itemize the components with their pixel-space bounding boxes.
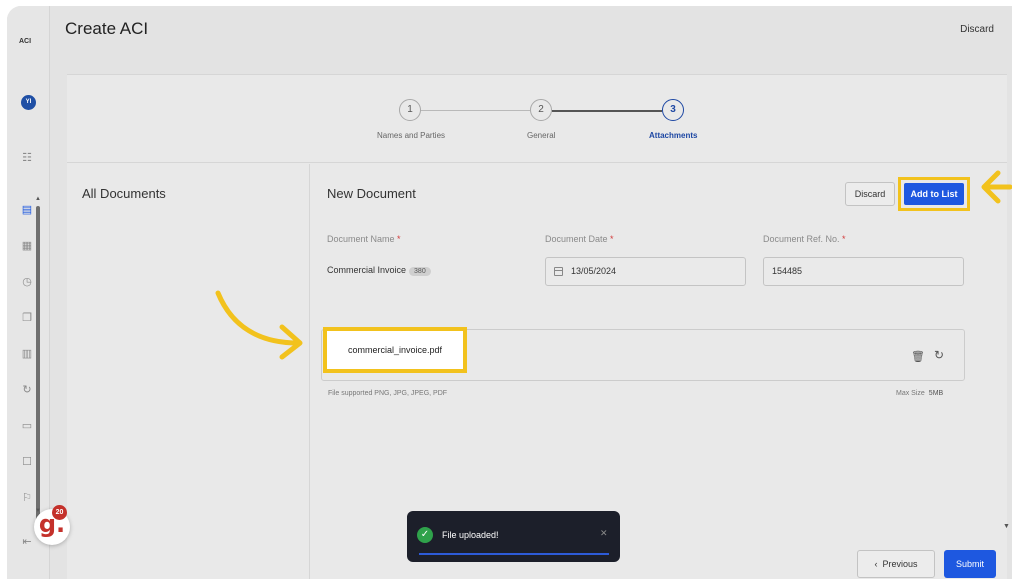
list-icon[interactable]: ▦ xyxy=(21,240,33,252)
document-name-value[interactable]: Commercial Invoice 380 xyxy=(327,265,431,276)
calendar-icon[interactable] xyxy=(554,267,563,276)
page-title: Create ACI xyxy=(65,19,149,38)
document-date-input[interactable]: 13/05/2024 xyxy=(545,257,746,286)
main-panel: 1 2 3 Names and Parties General Attachme… xyxy=(67,74,1007,579)
header-discard-button[interactable]: Discard xyxy=(960,24,994,35)
max-size-text: Max Size 5MB xyxy=(896,390,944,397)
submit-button[interactable]: Submit xyxy=(944,550,996,578)
document-ref-input[interactable]: 154485 xyxy=(763,257,964,286)
close-icon[interactable]: ✕ xyxy=(600,528,608,539)
all-documents-title: All Documents xyxy=(82,186,166,201)
add-to-list-highlight: Add to List xyxy=(898,177,970,211)
document-name-label: Document Name * xyxy=(327,234,401,244)
notification-badge: 20 xyxy=(52,505,67,520)
step-1-circle[interactable]: 1 xyxy=(399,99,421,121)
uploaded-file-name[interactable]: commercial_invoice.pdf xyxy=(323,327,467,373)
new-document-title: New Document xyxy=(327,186,416,201)
toast-progress xyxy=(419,553,609,555)
copy-icon[interactable]: ❐ xyxy=(21,312,33,324)
panel-scroll-down-icon[interactable]: ▼ xyxy=(1003,523,1010,530)
sliders-icon[interactable]: ☷ xyxy=(21,152,33,164)
document-ref-label: Document Ref. No. * xyxy=(763,234,846,244)
check-icon: ✓ xyxy=(417,527,433,543)
add-to-list-button[interactable]: Add to List xyxy=(904,183,964,205)
user-icon[interactable]: ☐ xyxy=(21,456,33,468)
clock-icon[interactable]: ◷ xyxy=(21,276,33,288)
file-icon[interactable]: ▥ xyxy=(21,348,33,360)
scroll-up-icon[interactable]: ▲ xyxy=(35,196,41,202)
flag-icon[interactable]: ⚐ xyxy=(21,492,33,504)
toast-message: File uploaded! xyxy=(442,530,499,540)
step-connector xyxy=(420,110,530,111)
refresh-icon[interactable]: ↻ xyxy=(934,348,944,362)
rail-scrollbar[interactable] xyxy=(36,206,40,526)
step-2-label: General xyxy=(527,131,556,140)
step-2-circle[interactable]: 2 xyxy=(530,99,552,121)
document-icon[interactable]: ▤ xyxy=(21,204,33,216)
step-connector xyxy=(552,110,662,112)
step-3-circle[interactable]: 3 xyxy=(662,99,684,121)
previous-button[interactable]: ‹ Previous xyxy=(857,550,935,578)
logout-icon[interactable]: ⇤ xyxy=(21,536,33,548)
message-icon[interactable]: ▭ xyxy=(21,420,33,432)
sync-icon[interactable]: ↻ xyxy=(21,384,33,396)
avatar[interactable]: YI xyxy=(21,95,36,110)
supported-formats-text: File supported PNG, JPG, JPEG, PDF xyxy=(328,390,448,397)
document-code-chip: 380 xyxy=(409,267,431,276)
discard-button[interactable]: Discard xyxy=(845,182,895,206)
document-date-label: Document Date * xyxy=(545,234,614,244)
all-documents-panel: All Documents xyxy=(67,164,310,579)
step-3-label: Attachments xyxy=(649,131,698,140)
step-1-label: Names and Parties xyxy=(377,131,446,140)
left-rail: ACI YI ☷ ▤ ▦ ◷ ❐ ▥ ↻ ▭ ☐ ⚐ ⇤ ▲ ▼ xyxy=(7,6,50,579)
toast: ✓ File uploaded! ✕ xyxy=(407,511,620,562)
app-window: ACI YI ☷ ▤ ▦ ◷ ❐ ▥ ↻ ▭ ☐ ⚐ ⇤ ▲ ▼ Create … xyxy=(7,6,1012,579)
app-logo: ACI xyxy=(19,38,32,45)
stepper: 1 2 3 Names and Parties General Attachme… xyxy=(67,75,1007,163)
trash-icon[interactable]: 🗑 xyxy=(911,350,925,363)
